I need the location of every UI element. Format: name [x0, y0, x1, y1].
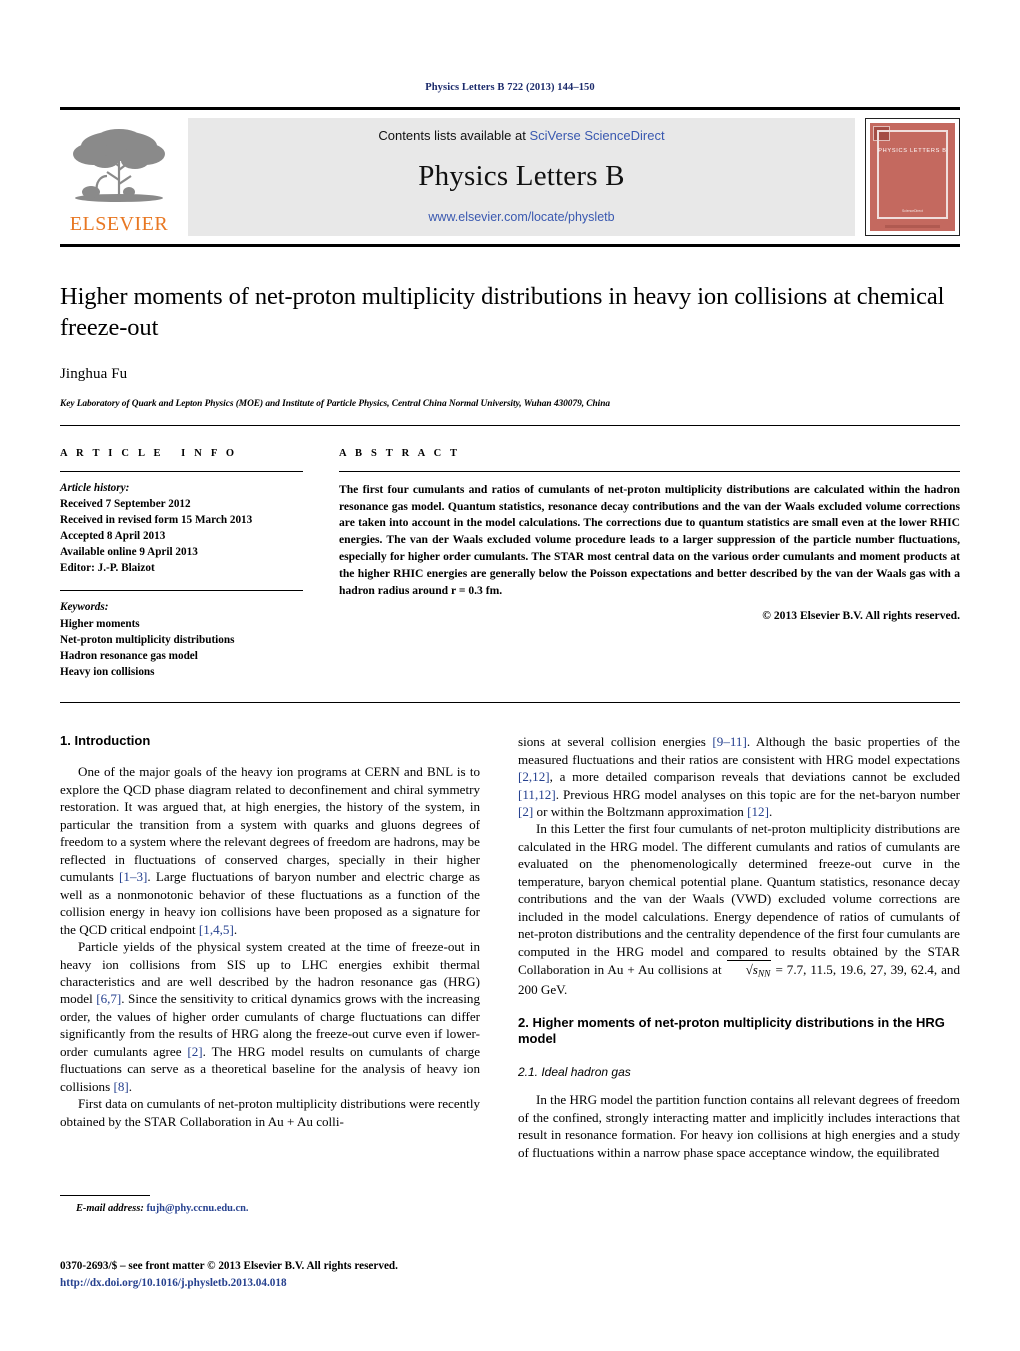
- keywords-label: Keywords:: [60, 601, 109, 614]
- citation-ref[interactable]: [2]: [187, 1044, 202, 1059]
- abstract-text: The first four cumulants and ratios of c…: [339, 482, 960, 597]
- history-item: Received in revised form 15 March 2013: [60, 513, 253, 526]
- citation-ref[interactable]: [1,4,5]: [199, 922, 234, 937]
- doi-link[interactable]: http://dx.doi.org/10.1016/j.physletb.201…: [60, 1275, 660, 1292]
- citation-ref[interactable]: [11,12]: [518, 787, 556, 802]
- journal-title: Physics Letters B: [418, 160, 625, 192]
- abstract-heading: A B S T R A C T: [339, 447, 461, 459]
- abstract-column: A B S T R A C T The first four cumulants…: [339, 448, 960, 680]
- article-history-group: Article history: Received 7 September 20…: [60, 472, 303, 577]
- citation-ref[interactable]: [2,12]: [518, 769, 550, 784]
- citation-ref[interactable]: [1–3]: [119, 869, 147, 884]
- elsevier-tree-icon: [73, 129, 165, 202]
- citation-ref[interactable]: [2]: [518, 804, 533, 819]
- left-column: 1. Introduction One of the major goals o…: [60, 733, 480, 1203]
- paragraph: One of the major goals of the heavy ion …: [60, 764, 481, 937]
- citation-ref[interactable]: [6,7]: [96, 991, 121, 1006]
- history-item: Available online 9 April 2013: [60, 546, 198, 559]
- article-info-heading: A R T I C L E I N F O: [60, 447, 238, 459]
- sqrt-snn-formula: √sNN: [726, 960, 772, 981]
- sciencedirect-link[interactable]: SciVerse ScienceDirect: [529, 128, 664, 143]
- page-footer: 0370-2693/$ – see front matter © 2013 El…: [60, 1258, 660, 1292]
- elsevier-wordmark: ELSEVIER: [69, 213, 169, 235]
- journal-cover-art: PHYSICS LETTERS B ScienceDirect: [870, 123, 955, 231]
- subsection-heading-ideal-hadron-gas: 2.1. Ideal hadron gas: [518, 1065, 631, 1080]
- paragraph: First data on cumulants of net-proton mu…: [60, 1096, 480, 1129]
- author-name: Jinghua Fu: [60, 365, 128, 382]
- keyword-item: Higher moments: [60, 617, 140, 630]
- author-email-link[interactable]: fujh@phy.ccnu.edu.cn.: [146, 1203, 248, 1214]
- title-block: Higher moments of net-proton multiplicit…: [60, 247, 960, 409]
- article-info-column: A R T I C L E I N F O Article history: R…: [60, 448, 303, 680]
- section-heading-higher-moments: 2. Higher moments of net-proton multipli…: [518, 1014, 945, 1047]
- paragraph: sions at several collision energies [9–1…: [518, 734, 960, 819]
- paragraph: Particle yields of the physical system c…: [60, 939, 481, 1094]
- keywords-group: Keywords: Higher moments Net-proton mult…: [60, 591, 303, 680]
- info-abstract-row: A R T I C L E I N F O Article history: R…: [60, 424, 960, 680]
- cover-frame: [877, 130, 948, 219]
- cover-bottom-strip: [885, 225, 940, 228]
- abstract-copyright: © 2013 Elsevier B.V. All rights reserved…: [762, 609, 960, 623]
- contents-prefix: Contents lists available at: [378, 128, 530, 143]
- journal-band: Contents lists available at SciVerse Sci…: [188, 118, 855, 236]
- history-item: Received 7 September 2012: [60, 497, 191, 510]
- contents-lists-line: Contents lists available at SciVerse Sci…: [378, 128, 664, 143]
- citation-ref[interactable]: [9–11]: [712, 734, 746, 749]
- history-item: Accepted 8 April 2013: [60, 530, 166, 543]
- keyword-item: Net-proton multiplicity distributions: [60, 633, 235, 646]
- article-history-label: Article history:: [60, 481, 130, 494]
- footnote-rule: [60, 1195, 150, 1196]
- citation-ref[interactable]: [12]: [747, 804, 769, 819]
- paragraph: In this Letter the first four cumulants …: [518, 821, 960, 998]
- keyword-item: Heavy ion collisions: [60, 665, 155, 678]
- footnote-email-line: E-mail address: fujh@phy.ccnu.edu.cn.: [60, 1203, 480, 1214]
- journal-url-link[interactable]: www.elsevier.com/locate/physletb: [428, 210, 614, 224]
- paragraph: In the HRG model the partition function …: [518, 1092, 960, 1160]
- body-columns: 1. Introduction One of the major goals o…: [60, 733, 960, 1203]
- citation-ref[interactable]: [8]: [113, 1079, 128, 1094]
- journal-masthead: ELSEVIER Contents lists available at Sci…: [60, 107, 960, 247]
- abstract-bottom-rule: [60, 702, 960, 704]
- running-head: Physics Letters B 722 (2013) 144–150: [425, 82, 595, 93]
- history-item: Editor: J.-P. Blaizot: [60, 562, 155, 575]
- right-column: sions at several collision energies [9–1…: [518, 733, 960, 1203]
- journal-article-page: Physics Letters B 722 (2013) 144–150 ELS…: [0, 0, 1020, 1351]
- keyword-item: Hadron resonance gas model: [60, 649, 198, 662]
- cover-footer-text: ScienceDirect: [902, 208, 923, 213]
- cover-title: PHYSICS LETTERS B: [878, 148, 947, 154]
- section-heading-introduction: 1. Introduction: [60, 733, 151, 749]
- page-title: Higher moments of net-proton multiplicit…: [60, 283, 945, 342]
- email-address-label: E-mail address:: [76, 1203, 144, 1214]
- journal-cover-thumbnail[interactable]: PHYSICS LETTERS B ScienceDirect: [865, 118, 960, 236]
- footnote-block: E-mail address: fujh@phy.ccnu.edu.cn.: [60, 1195, 480, 1214]
- author-affiliation: Key Laboratory of Quark and Lepton Physi…: [60, 398, 611, 409]
- front-matter-line: 0370-2693/$ – see front matter © 2013 El…: [60, 1260, 398, 1272]
- elsevier-logo: ELSEVIER: [60, 118, 178, 236]
